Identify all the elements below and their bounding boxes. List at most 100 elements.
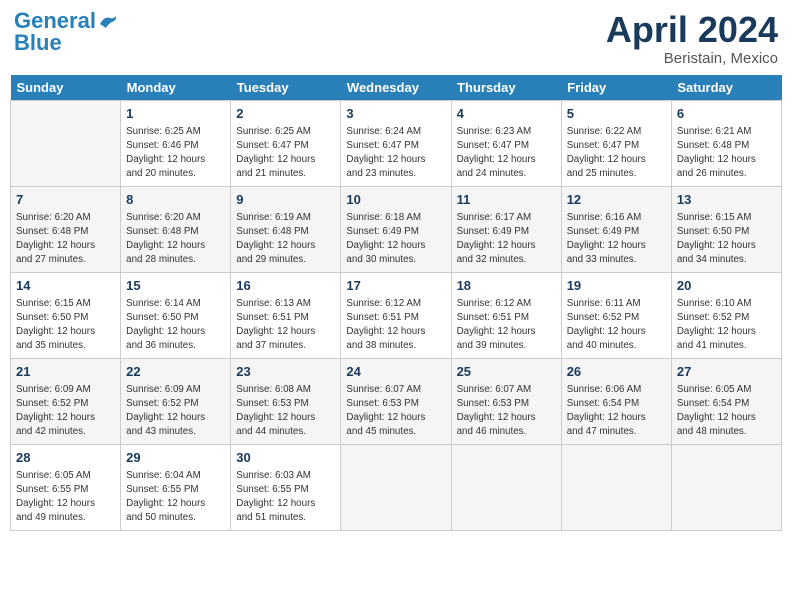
day-info: Sunrise: 6:07 AM Sunset: 6:53 PM Dayligh… [346,383,445,440]
day-number: 12 [567,191,666,209]
day-info: Sunrise: 6:20 AM Sunset: 6:48 PM Dayligh… [16,211,115,268]
day-cell: 26Sunrise: 6:06 AM Sunset: 6:54 PM Dayli… [561,358,671,444]
day-number: 8 [126,191,225,209]
day-number: 30 [236,449,335,467]
day-info: Sunrise: 6:12 AM Sunset: 6:51 PM Dayligh… [346,297,445,354]
day-number: 20 [677,277,776,295]
day-info: Sunrise: 6:24 AM Sunset: 6:47 PM Dayligh… [346,125,445,182]
header-cell-saturday: Saturday [671,75,781,101]
day-cell: 18 Sunrise: 6:12 AM Sunset: 6:51 PM Dayli… [451,272,561,358]
day-cell: 9 Sunrise: 6:19 AM Sunset: 6:48 PM Daylig… [231,186,341,272]
day-cell: 23 Sunrise: 6:08 AM Sunset: 6:53 PM Dayli… [231,358,341,444]
day-info: Sunrise: 6:19 AM Sunset: 6:48 PM Dayligh… [236,211,335,268]
day-info: Sunrise: 6:13 AM Sunset: 6:51 PM Dayligh… [236,297,335,354]
day-number: 25 [457,363,556,381]
day-number: 29 [126,449,225,467]
day-info: Sunrise: 6:20 AM Sunset: 6:48 PM Dayligh… [126,211,225,268]
day-number: 19 [567,277,666,295]
day-info: Sunrise: 6:15 AM Sunset: 6:50 PM Dayligh… [677,211,776,268]
location: Beristain, Mexico [606,50,778,67]
day-info: Sunrise: 6:16 AM Sunset: 6:49 PM Dayligh… [567,211,666,268]
day-number: 21 [16,363,115,381]
day-info: Sunrise: 6:17 AM Sunset: 6:49 PM Dayligh… [457,211,556,268]
header-row: SundayMondayTuesdayWednesdayThursdayFrid… [11,75,782,101]
day-cell [11,100,121,186]
header-cell-monday: Monday [121,75,231,101]
day-info: Sunrise: 6:07 AM Sunset: 6:53 PM Dayligh… [457,383,556,440]
day-cell: 14 Sunrise: 6:15 AM Sunset: 6:50 PM Dayli… [11,272,121,358]
day-info: Sunrise: 6:09 AM Sunset: 6:52 PM Dayligh… [126,383,225,440]
day-number: 16 [236,277,335,295]
day-cell: 7 Sunrise: 6:20 AM Sunset: 6:48 PM Daylig… [11,186,121,272]
day-info: Sunrise: 6:12 AM Sunset: 6:51 PM Dayligh… [457,297,556,354]
day-info: Sunrise: 6:09 AM Sunset: 6:52 PM Dayligh… [16,383,115,440]
day-cell: 4 Sunrise: 6:23 AM Sunset: 6:47 PM Daylig… [451,100,561,186]
day-cell: 16 Sunrise: 6:13 AM Sunset: 6:51 PM Dayli… [231,272,341,358]
calendar-body: 1 Sunrise: 6:25 AM Sunset: 6:46 PM Daylig… [11,100,782,530]
week-row: 28 Sunrise: 6:05 AM Sunset: 6:55 PM Dayli… [11,444,782,530]
day-cell: 5 Sunrise: 6:22 AM Sunset: 6:47 PM Daylig… [561,100,671,186]
week-row: 1 Sunrise: 6:25 AM Sunset: 6:46 PM Daylig… [11,100,782,186]
day-number: 6 [677,105,776,123]
day-info: Sunrise: 6:04 AM Sunset: 6:55 PM Dayligh… [126,469,225,526]
day-number: 18 [457,277,556,295]
day-cell: 10 Sunrise: 6:18 AM Sunset: 6:49 PM Dayli… [341,186,451,272]
day-info: Sunrise: 6:22 AM Sunset: 6:47 PM Dayligh… [567,125,666,182]
day-cell: 17 Sunrise: 6:12 AM Sunset: 6:51 PM Dayli… [341,272,451,358]
day-number: 7 [16,191,115,209]
day-cell: 8 Sunrise: 6:20 AM Sunset: 6:48 PM Daylig… [121,186,231,272]
day-cell: 1 Sunrise: 6:25 AM Sunset: 6:46 PM Daylig… [121,100,231,186]
day-cell: 25 Sunrise: 6:07 AM Sunset: 6:53 PM Dayli… [451,358,561,444]
day-cell: 11Sunrise: 6:17 AM Sunset: 6:49 PM Dayli… [451,186,561,272]
calendar-header: SundayMondayTuesdayWednesdayThursdayFrid… [11,75,782,101]
header-cell-thursday: Thursday [451,75,561,101]
day-number: 4 [457,105,556,123]
calendar-table: SundayMondayTuesdayWednesdayThursdayFrid… [10,75,782,531]
day-number: 17 [346,277,445,295]
day-cell: 27 Sunrise: 6:05 AM Sunset: 6:54 PM Dayli… [671,358,781,444]
day-info: Sunrise: 6:18 AM Sunset: 6:49 PM Dayligh… [346,211,445,268]
day-info: Sunrise: 6:11 AM Sunset: 6:52 PM Dayligh… [567,297,666,354]
day-info: Sunrise: 6:23 AM Sunset: 6:47 PM Dayligh… [457,125,556,182]
day-info: Sunrise: 6:25 AM Sunset: 6:46 PM Dayligh… [126,125,225,182]
day-number: 23 [236,363,335,381]
day-number: 24 [346,363,445,381]
header-cell-tuesday: Tuesday [231,75,341,101]
day-number: 22 [126,363,225,381]
week-row: 14 Sunrise: 6:15 AM Sunset: 6:50 PM Dayli… [11,272,782,358]
day-number: 28 [16,449,115,467]
day-number: 9 [236,191,335,209]
day-info: Sunrise: 6:05 AM Sunset: 6:54 PM Dayligh… [677,383,776,440]
day-cell: 13Sunrise: 6:15 AM Sunset: 6:50 PM Dayli… [671,186,781,272]
header-cell-friday: Friday [561,75,671,101]
day-cell [341,444,451,530]
day-number: 3 [346,105,445,123]
week-row: 7 Sunrise: 6:20 AM Sunset: 6:48 PM Daylig… [11,186,782,272]
header-cell-wednesday: Wednesday [341,75,451,101]
day-cell: 24 Sunrise: 6:07 AM Sunset: 6:53 PM Dayli… [341,358,451,444]
logo-blue: Blue [14,30,62,55]
day-cell: 30Sunrise: 6:03 AM Sunset: 6:55 PM Dayli… [231,444,341,530]
day-cell: 22 Sunrise: 6:09 AM Sunset: 6:52 PM Dayli… [121,358,231,444]
day-info: Sunrise: 6:08 AM Sunset: 6:53 PM Dayligh… [236,383,335,440]
day-info: Sunrise: 6:06 AM Sunset: 6:54 PM Dayligh… [567,383,666,440]
day-cell: 2Sunrise: 6:25 AM Sunset: 6:47 PM Daylig… [231,100,341,186]
day-number: 10 [346,191,445,209]
day-cell: 21 Sunrise: 6:09 AM Sunset: 6:52 PM Dayli… [11,358,121,444]
day-info: Sunrise: 6:21 AM Sunset: 6:48 PM Dayligh… [677,125,776,182]
day-cell [451,444,561,530]
day-number: 5 [567,105,666,123]
day-number: 14 [16,277,115,295]
day-info: Sunrise: 6:15 AM Sunset: 6:50 PM Dayligh… [16,297,115,354]
day-cell: 28 Sunrise: 6:05 AM Sunset: 6:55 PM Dayli… [11,444,121,530]
day-cell: 3 Sunrise: 6:24 AM Sunset: 6:47 PM Daylig… [341,100,451,186]
day-number: 2 [236,105,335,123]
day-number: 1 [126,105,225,123]
day-cell: 6 Sunrise: 6:21 AM Sunset: 6:48 PM Daylig… [671,100,781,186]
day-number: 27 [677,363,776,381]
logo-text: General Blue [14,10,96,54]
day-info: Sunrise: 6:14 AM Sunset: 6:50 PM Dayligh… [126,297,225,354]
day-info: Sunrise: 6:05 AM Sunset: 6:55 PM Dayligh… [16,469,115,526]
day-cell: 20Sunrise: 6:10 AM Sunset: 6:52 PM Dayli… [671,272,781,358]
logo-bird-icon [98,14,120,32]
